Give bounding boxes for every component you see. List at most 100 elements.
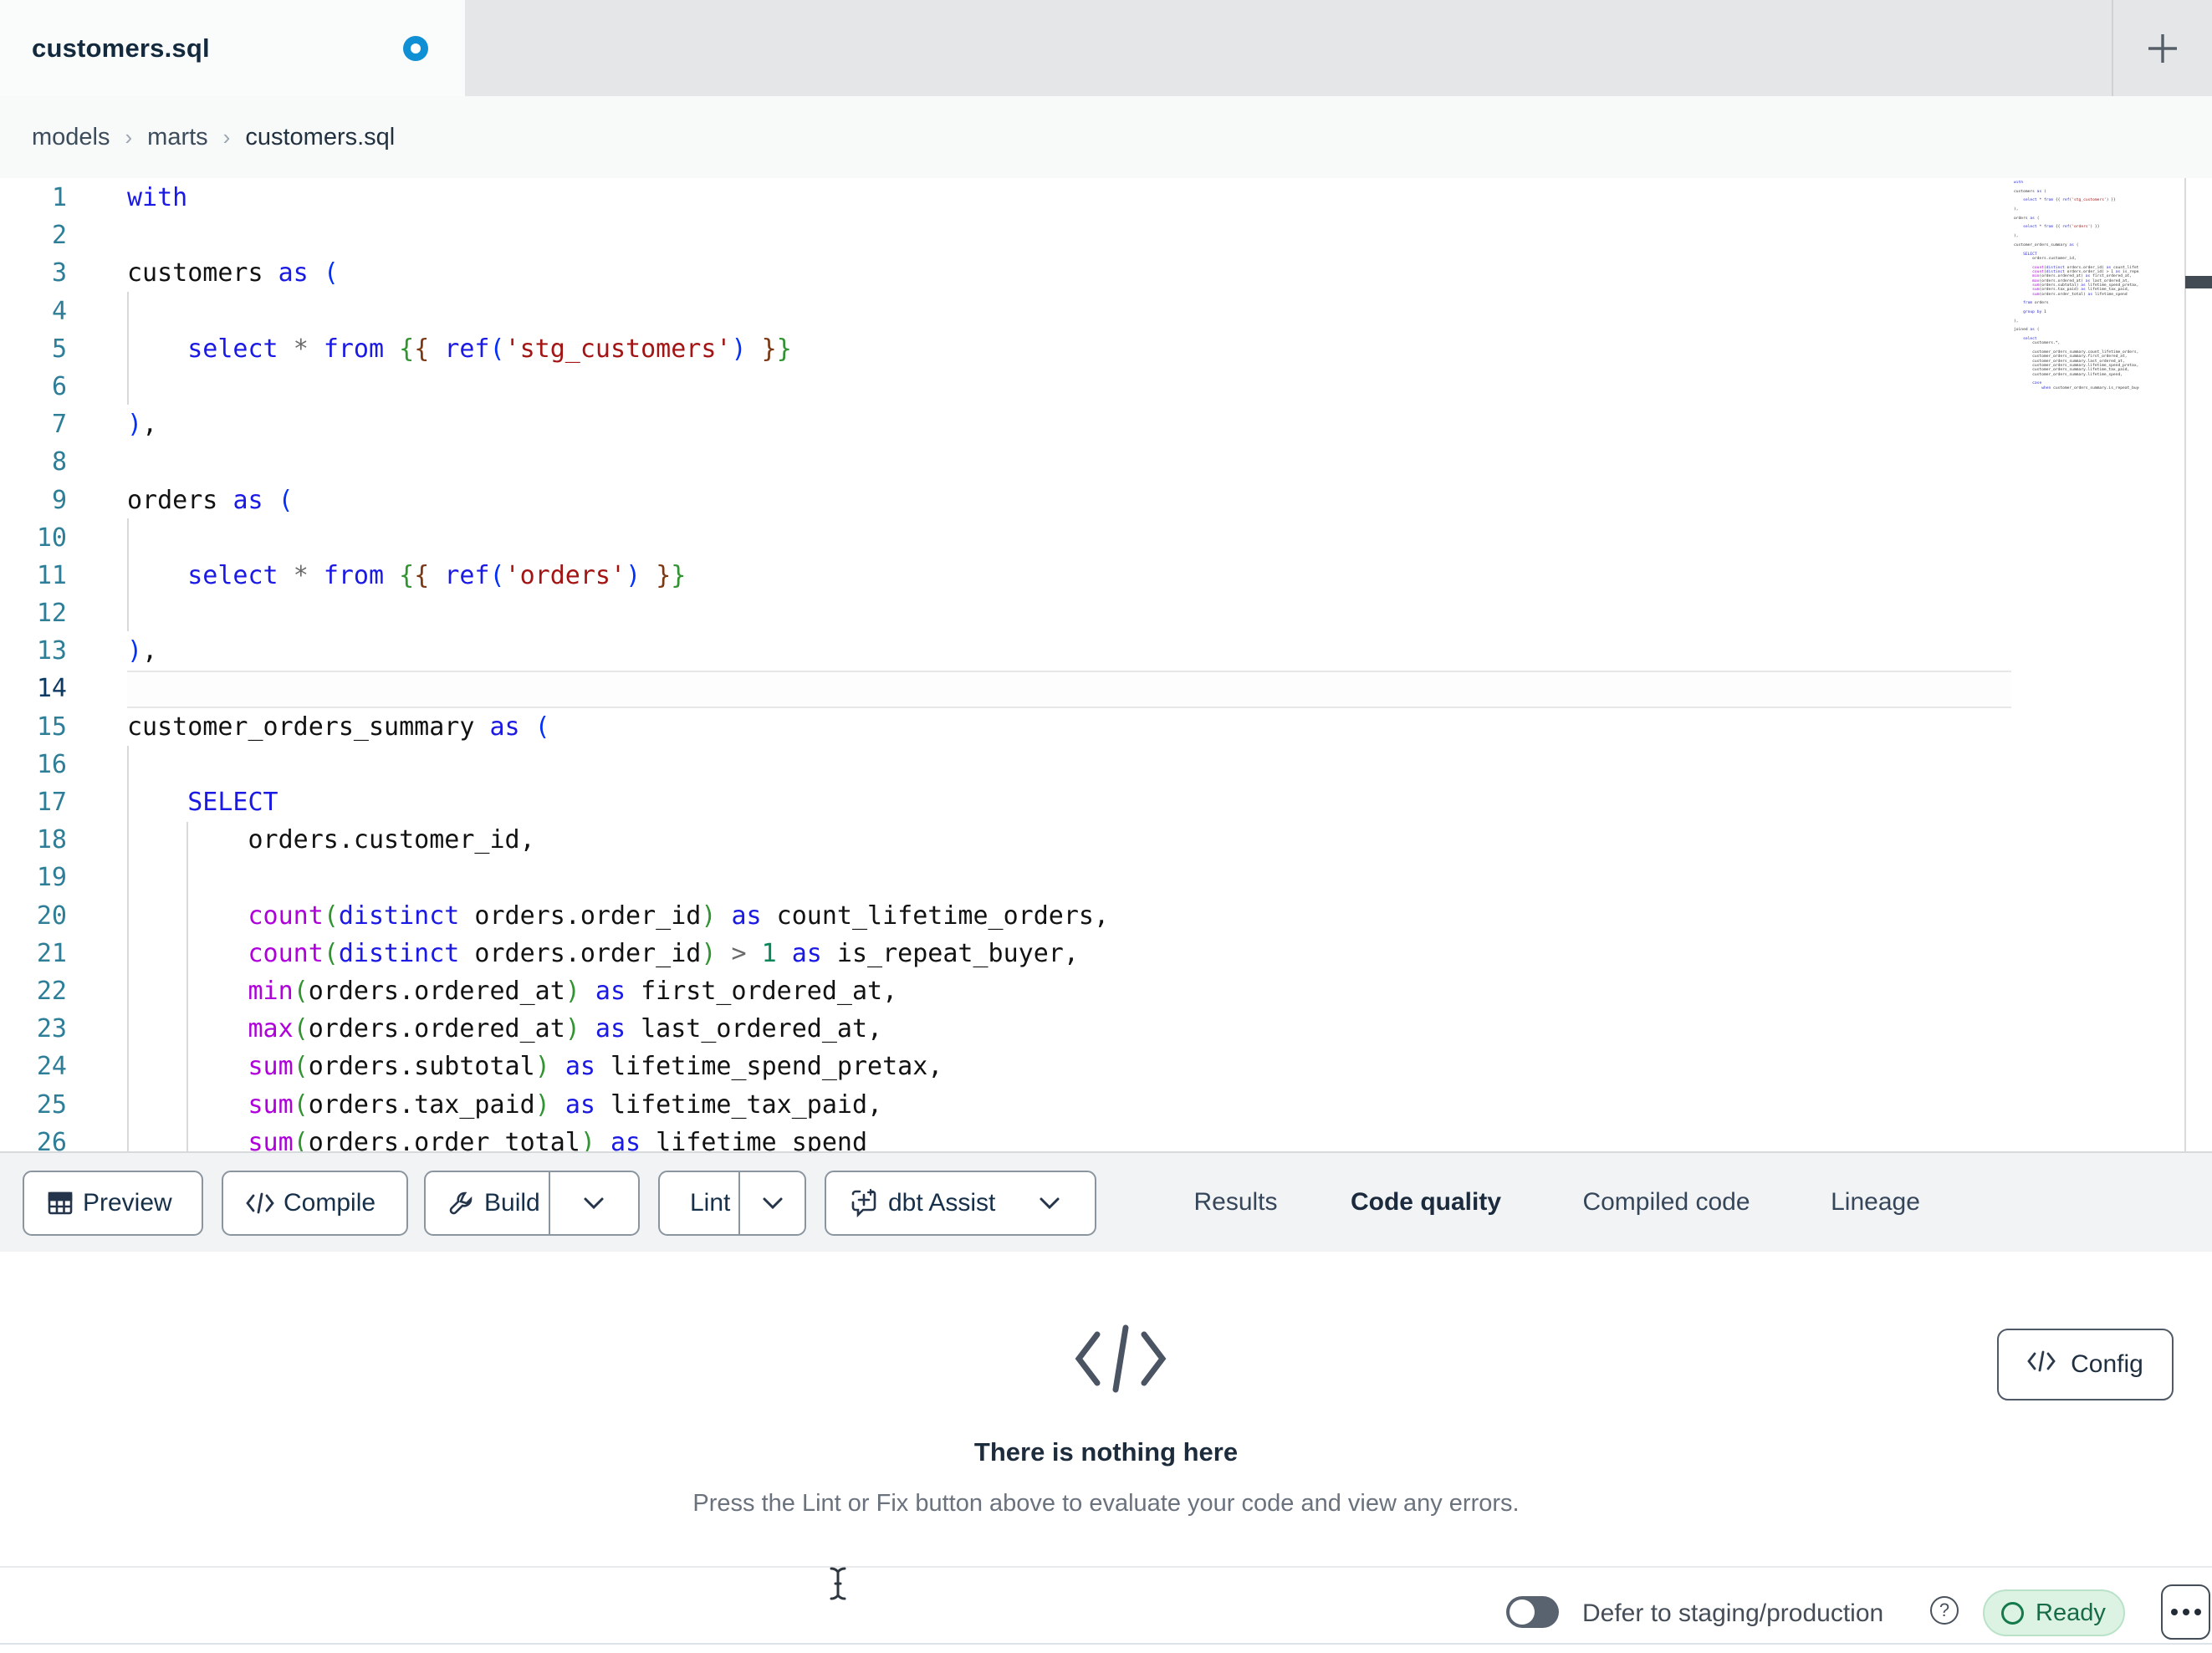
wrench-icon (447, 1189, 476, 1217)
button-label: dbt Assist (888, 1189, 996, 1217)
panel-tab-lineage[interactable]: Lineage (1823, 1153, 1928, 1252)
dbt-assist-button[interactable]: dbt Assist (825, 1171, 1096, 1236)
line-number: 7 (51, 410, 67, 440)
chevron-down-icon[interactable] (740, 1196, 805, 1211)
line-number: 12 (36, 599, 67, 629)
line-number: 13 (36, 636, 67, 666)
indent-guide (127, 518, 129, 631)
build-button[interactable]: Build (424, 1171, 640, 1236)
line-number: 8 (51, 447, 67, 477)
breadcrumb-item-marts[interactable]: marts (147, 124, 208, 151)
help-circle-icon[interactable]: ? (1930, 1596, 1959, 1625)
code-line: customer_orders_summary as ( (127, 712, 550, 742)
code-line: ), (127, 636, 158, 666)
breadcrumb-separator: › (125, 124, 133, 150)
code-quality-panel: There is nothing here Press the Lint or … (0, 1252, 2212, 1566)
scrollbar-thumb[interactable] (2185, 276, 2212, 288)
line-number: 5 (51, 334, 67, 364)
code-line: min(orders.ordered_at) as first_ordered_… (248, 976, 898, 1006)
button-label: Lint (690, 1189, 731, 1217)
breadcrumb-item-models[interactable]: models (32, 124, 110, 151)
action-toolbar: Preview Compile Build Lint dbt Assist Results… (0, 1151, 2212, 1252)
line-number: 25 (36, 1089, 67, 1120)
sparkle-chat-icon (848, 1187, 880, 1219)
table-icon (46, 1189, 74, 1217)
empty-state-title: There is nothing here (973, 1437, 1239, 1467)
tab-title: customers.sql (32, 33, 210, 63)
code-icon (2027, 1350, 2056, 1379)
panel-tab-results[interactable]: Results (1183, 1153, 1288, 1252)
line-number: 17 (36, 788, 67, 817)
dbt-ide-window: customers.sql models › marts › customers.sql (0, 0, 2212, 1653)
line-number-gutter: 1 2 3 4 5 6 7 8 9 10 11 12 13 14 15 16 17 18 19 20 21 22 23 24 2… (0, 179, 67, 1151)
indent-guide (127, 292, 129, 405)
code-editor[interactable]: 1 2 3 4 5 6 7 8 9 10 11 12 13 14 15 16 17 18 19 20 21 22 23 24 2… (0, 178, 2212, 1151)
compile-button[interactable]: Compile (222, 1171, 408, 1236)
button-label: Build (484, 1189, 540, 1217)
tabbar-divider (2112, 0, 2113, 96)
panel-tab-compiled-code[interactable]: Compiled code (1572, 1153, 1760, 1252)
status-badge: Ready (1983, 1589, 2125, 1636)
line-number: 22 (36, 976, 67, 1006)
line-number: 15 (36, 712, 67, 742)
code-line: orders as ( (127, 485, 294, 515)
toggle-knob (1510, 1599, 1535, 1625)
preview-button[interactable]: Preview (23, 1171, 203, 1236)
chevron-down-icon[interactable] (1004, 1196, 1095, 1211)
defer-label: Defer to staging/production (1582, 1599, 1884, 1627)
line-number: 4 (51, 296, 67, 326)
line-number: 26 (36, 1127, 67, 1151)
breadcrumb-row: models›marts›customers.sql Save (0, 96, 2212, 266)
line-number: 6 (51, 371, 67, 401)
minimap[interactable]: with customers as ( select * from {{ ref… (2014, 181, 2139, 390)
unsaved-changes-dot (403, 36, 428, 61)
code-line: count(distinct orders.order_id) as count… (248, 900, 1110, 931)
defer-toggle[interactable] (1506, 1596, 1559, 1628)
chevron-down-icon[interactable] (550, 1196, 638, 1211)
code-line: sum(orders.subtotal) as lifetime_spend_p… (248, 1052, 943, 1082)
ready-ring-icon (2001, 1601, 2024, 1625)
line-number: 20 (36, 900, 67, 931)
line-number: 14 (36, 674, 67, 704)
tab-customers-sql[interactable]: customers.sql (0, 0, 465, 96)
indent-guide (127, 746, 129, 1151)
code-line: select * from {{ ref('orders') }} (187, 560, 687, 590)
line-number: 9 (51, 485, 67, 515)
indent-guide (186, 822, 188, 1151)
line-number: 3 (51, 258, 67, 288)
code-line: orders.customer_id, (127, 825, 535, 855)
overflow-menu-button[interactable] (2161, 1584, 2210, 1640)
line-number: 21 (36, 938, 67, 968)
line-number: 1 (51, 183, 67, 212)
code-icon (245, 1191, 275, 1215)
line-number: 24 (36, 1052, 67, 1082)
status-bar: Defer to staging/production ? Ready (0, 1566, 2212, 1645)
button-label: Compile (284, 1189, 376, 1217)
config-label: Config (2071, 1350, 2143, 1378)
code-line: count(distinct orders.order_id) > 1 as i… (248, 938, 1079, 968)
lint-button[interactable]: Lint (658, 1171, 806, 1236)
panel-tab-code-quality[interactable]: Code quality (1313, 1153, 1539, 1252)
line-number: 19 (36, 863, 67, 893)
code-line: select * from {{ ref('stg_customers') }} (187, 334, 792, 364)
breadcrumb-item-customers-sql[interactable]: customers.sql (245, 124, 395, 151)
code-line: ), (127, 410, 158, 440)
line-number: 11 (36, 560, 67, 590)
line-number: 10 (36, 523, 67, 553)
config-button[interactable]: Config (1997, 1329, 2174, 1400)
scrollbar-track (2184, 178, 2186, 1151)
line-number: 18 (36, 825, 67, 855)
line-number: 2 (51, 221, 67, 251)
code-line: SELECT (187, 788, 278, 817)
new-tab-button[interactable] (2143, 29, 2182, 68)
text-cursor (824, 1565, 852, 1606)
